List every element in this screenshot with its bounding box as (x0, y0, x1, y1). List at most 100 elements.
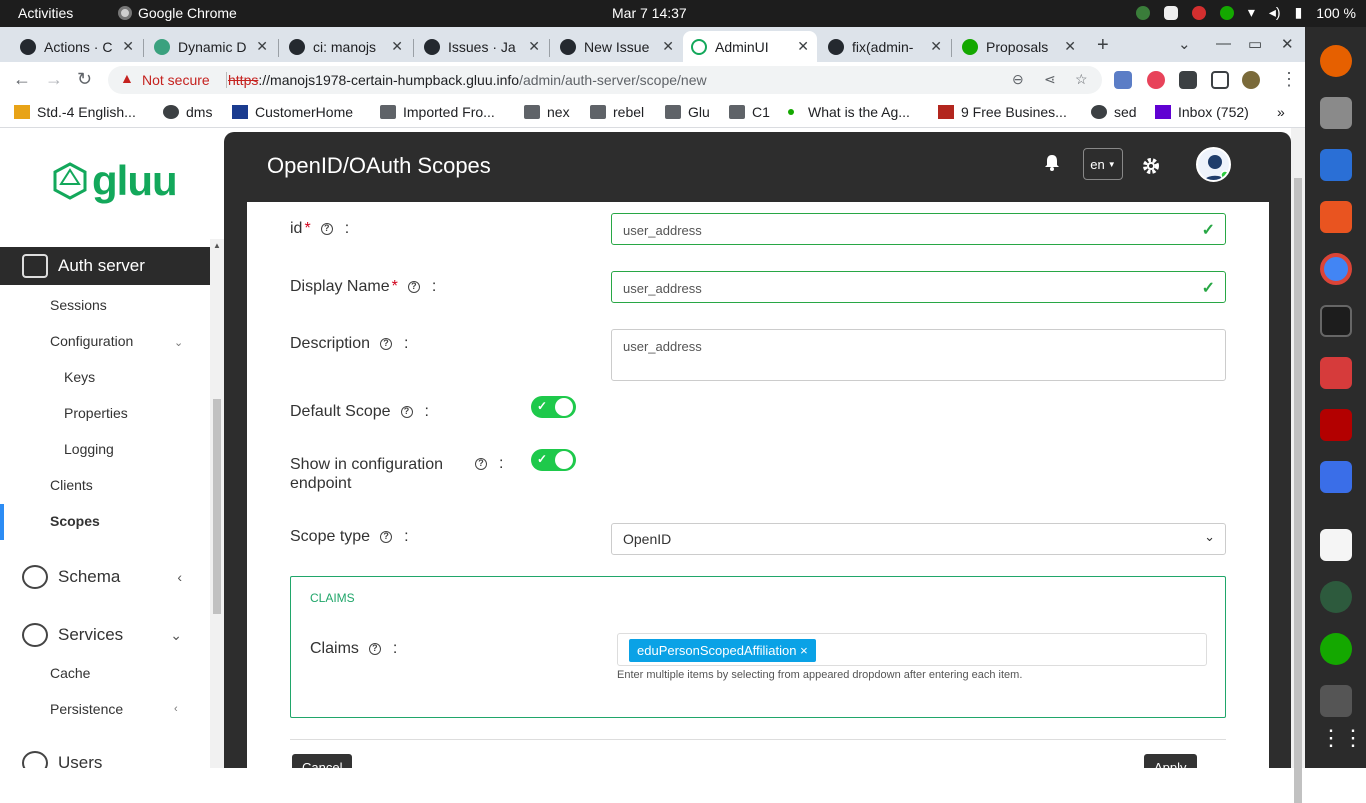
sidebar-item-schema[interactable]: Schema ‹ (0, 558, 210, 596)
tab-proposals[interactable]: Proposals ✕ (954, 31, 1084, 62)
close-icon[interactable]: ✕ (797, 38, 809, 55)
close-icon[interactable]: ✕ (391, 38, 403, 55)
restore-icon[interactable]: ▭ (1248, 35, 1262, 53)
bookmark-item[interactable]: C1 (729, 104, 770, 120)
not-secure-label[interactable]: Not secure (142, 72, 210, 88)
scope-type-select[interactable]: OpenID ⌄ (611, 523, 1226, 555)
activities-button[interactable]: Activities (18, 5, 73, 21)
menu-icon[interactable]: ⋮ (1280, 69, 1298, 90)
show-apps-icon[interactable]: ⋮⋮⋮ (1320, 725, 1366, 757)
tab-issues[interactable]: Issues · Ja ✕ (416, 31, 548, 62)
close-icon[interactable]: ✕ (122, 38, 134, 55)
help-icon[interactable]: ? (475, 458, 487, 470)
sidebar-item-configuration[interactable]: Configuration (50, 333, 133, 349)
url-text[interactable]: https://manojs1978-certain-humpback.gluu… (228, 72, 707, 88)
tab-search-icon[interactable]: ⌄ (1178, 35, 1191, 53)
chevron-left-icon[interactable]: ‹ (174, 703, 178, 715)
tab-fix-admin[interactable]: fix(admin- ✕ (820, 31, 950, 62)
bookmark-item[interactable]: Imported Fro... (380, 104, 495, 120)
bookmark-item[interactable]: nex (524, 104, 570, 120)
claims-input[interactable]: eduPersonScopedAffiliation × (617, 633, 1207, 666)
sidebar-scrollbar[interactable]: ▲ (210, 239, 224, 768)
display-name-input[interactable]: user_address ✓ (611, 271, 1226, 303)
profile-avatar[interactable] (1242, 71, 1260, 89)
close-icon[interactable]: ✕ (1064, 38, 1076, 55)
help-icon[interactable]: ? (320, 223, 333, 235)
claim-chip[interactable]: eduPersonScopedAffiliation × (629, 639, 816, 662)
side-panel-icon[interactable] (1211, 71, 1229, 89)
user-avatar[interactable] (1196, 147, 1231, 182)
sidebar-item-scopes[interactable]: Scopes (50, 513, 100, 529)
tab-actions[interactable]: Actions · C ✕ (12, 31, 142, 62)
tab-dynamic[interactable]: Dynamic D ✕ (146, 31, 276, 62)
extension-icon[interactable] (1147, 71, 1165, 89)
puzzle-icon[interactable] (1179, 71, 1197, 89)
share-icon[interactable]: ⋖ (1044, 71, 1056, 88)
id-input[interactable]: user_address ✓ (611, 213, 1226, 245)
sidebar-item-keys[interactable]: Keys (64, 369, 95, 385)
extension-icon[interactable] (1114, 71, 1132, 89)
help-icon[interactable]: ? (380, 338, 393, 350)
upwork-icon[interactable] (1320, 633, 1352, 665)
close-icon[interactable]: ✕ (256, 38, 268, 55)
bookmark-item[interactable]: 9 Free Busines... (938, 104, 1067, 120)
sidebar-item-persistence[interactable]: Persistence (50, 701, 123, 717)
forward-icon[interactable]: → (45, 69, 63, 90)
back-icon[interactable]: ← (13, 69, 31, 90)
screenshot-icon[interactable] (1320, 461, 1352, 493)
apply-button[interactable]: Apply (1144, 754, 1197, 768)
reload-icon[interactable]: ↻ (77, 69, 92, 90)
sidebar-item-properties[interactable]: Properties (64, 405, 128, 421)
new-tab-button[interactable]: + (1097, 34, 1109, 57)
close-icon[interactable]: ✕ (930, 38, 942, 55)
bookmark-star-icon[interactable]: ☆ (1075, 71, 1088, 88)
app-menu[interactable]: Google Chrome (118, 5, 237, 21)
bookmark-item[interactable]: Std.-4 English... (14, 104, 136, 120)
sidebar-item-clients[interactable]: Clients (50, 477, 93, 493)
filezilla-icon[interactable] (1320, 409, 1352, 441)
sidebar-item-services[interactable]: Services ⌄ (0, 616, 210, 654)
minimize-icon[interactable]: — (1216, 35, 1231, 52)
help-icon[interactable]: ? (380, 531, 393, 543)
bookmark-item[interactable]: CustomerHome (232, 104, 353, 120)
sidebar-item-sessions[interactable]: Sessions (50, 297, 107, 313)
close-icon[interactable]: ✕ (662, 38, 674, 55)
tab-ci[interactable]: ci: manojs ✕ (281, 31, 411, 62)
chat-icon[interactable] (1320, 357, 1352, 389)
sidebar-item-cache[interactable]: Cache (50, 665, 90, 681)
more-bookmarks-icon[interactable]: » (1277, 104, 1285, 120)
bookmark-item[interactable]: Glu (665, 104, 710, 120)
terminal-icon[interactable] (1320, 305, 1352, 337)
language-select[interactable]: en ▼ (1083, 148, 1123, 180)
system-tray[interactable]: ▾ ◂) ▮ 100 % (1135, 4, 1356, 21)
firefox-icon[interactable] (1320, 45, 1352, 77)
camera-icon[interactable] (1320, 581, 1352, 613)
address-bar[interactable]: ▲ Not secure https://manojs1978-certain-… (108, 66, 1102, 94)
writer-icon[interactable] (1320, 149, 1352, 181)
sidebar-item-logging[interactable]: Logging (64, 441, 114, 457)
bookmark-item[interactable]: rebel (590, 104, 644, 120)
show-config-toggle[interactable]: ✓ (531, 449, 576, 471)
text-editor-icon[interactable] (1320, 529, 1352, 561)
bookmark-item[interactable]: Inbox (752) (1155, 104, 1249, 120)
chevron-down-icon[interactable]: ⌄ (174, 336, 183, 349)
tab-new-issue[interactable]: New Issue ✕ (552, 31, 682, 62)
gluu-logo[interactable]: gluu (52, 157, 178, 205)
sidebar-scroll-thumb[interactable] (213, 399, 221, 614)
close-icon[interactable]: ✕ (528, 38, 540, 55)
help-icon[interactable]: ? (400, 406, 413, 418)
bell-icon[interactable] (1044, 154, 1060, 171)
disk-icon[interactable] (1320, 685, 1352, 717)
tab-adminui[interactable]: AdminUI ✕ (683, 31, 817, 62)
bookmark-item[interactable]: What is the Ag... (786, 104, 910, 120)
default-scope-toggle[interactable]: ✓ (531, 396, 576, 418)
bookmark-item[interactable]: sed (1091, 104, 1137, 120)
zoom-icon[interactable]: ⊖ (1012, 71, 1024, 88)
chrome-icon[interactable] (1320, 253, 1352, 285)
description-textarea[interactable]: user_address (611, 329, 1226, 381)
help-icon[interactable]: ? (407, 281, 420, 293)
page-scrollbar[interactable] (1291, 128, 1305, 803)
page-scroll-thumb[interactable] (1294, 178, 1302, 803)
software-icon[interactable] (1320, 201, 1352, 233)
clock[interactable]: Mar 7 14:37 (612, 5, 687, 21)
